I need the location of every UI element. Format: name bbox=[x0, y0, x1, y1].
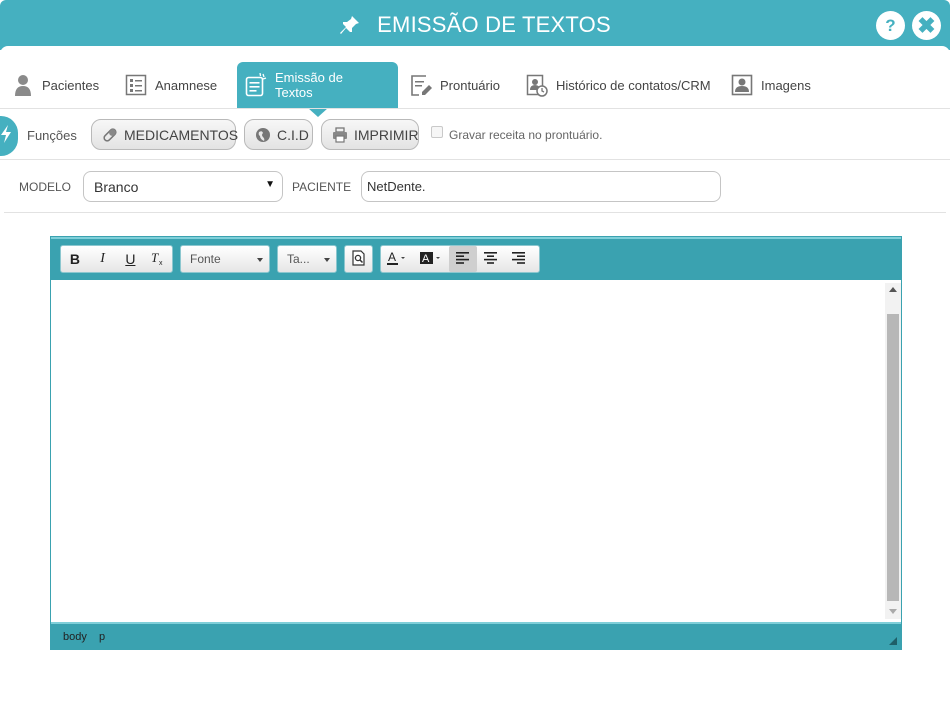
tab-label: Emissão de Textos bbox=[275, 70, 343, 100]
tab-label: Imagens bbox=[761, 77, 811, 93]
background-color-button[interactable]: A bbox=[413, 246, 449, 272]
text-document-icon bbox=[245, 72, 267, 97]
tab-label: Prontuário bbox=[440, 77, 500, 93]
editor-scrollbar[interactable] bbox=[885, 283, 901, 619]
bold-button[interactable]: B bbox=[61, 246, 89, 272]
functions-label: Funções bbox=[27, 128, 77, 143]
pin-icon[interactable] bbox=[339, 14, 361, 36]
background-color-icon: A bbox=[419, 250, 443, 269]
title-area: EMISSÃO DE TEXTOS bbox=[0, 0, 950, 50]
tab-pacientes[interactable]: Pacientes bbox=[12, 62, 99, 108]
imprimir-button[interactable]: IMPRIMIR bbox=[321, 119, 419, 150]
tab-label: Anamnese bbox=[155, 77, 218, 93]
preview-group bbox=[344, 245, 373, 273]
close-button[interactable]: ✖ bbox=[912, 11, 941, 40]
save-prescription-checkbox[interactable] bbox=[431, 126, 443, 138]
align-right-button[interactable] bbox=[505, 246, 533, 272]
remove-format-icon: Tx bbox=[150, 250, 166, 269]
tab-anamnese[interactable]: Anamnese bbox=[125, 62, 217, 108]
tab-label: Histórico de contatos/CRM bbox=[556, 77, 711, 93]
patient-label: PACIENTE bbox=[292, 180, 352, 194]
tab-historico-crm[interactable]: Histórico de contatos/CRM bbox=[526, 62, 711, 108]
format-group: B I U Tx bbox=[60, 245, 173, 273]
edit-document-icon bbox=[410, 73, 432, 97]
pill-icon bbox=[102, 127, 118, 143]
help-button[interactable]: ? bbox=[876, 11, 905, 40]
align-left-icon bbox=[456, 251, 470, 267]
tab-bar: Pacientes Anamnese Emissão de Textos Pro… bbox=[0, 62, 950, 117]
chevron-down-icon bbox=[257, 258, 263, 262]
element-path-body[interactable]: body bbox=[63, 631, 87, 643]
size-combo[interactable]: Ta... bbox=[277, 245, 337, 273]
functions-toggle[interactable] bbox=[0, 116, 18, 156]
medicamentos-button[interactable]: MEDICAMENTOS bbox=[91, 119, 239, 150]
chevron-down-icon: ▼ bbox=[265, 179, 275, 190]
tab-divider bbox=[0, 108, 950, 109]
tab-emissao-de-textos[interactable]: Emissão de Textos bbox=[237, 62, 398, 117]
preview-button[interactable] bbox=[345, 246, 372, 272]
form-divider bbox=[4, 212, 946, 213]
lightning-icon bbox=[0, 124, 12, 148]
text-color-button[interactable]: A bbox=[381, 246, 413, 272]
model-select[interactable]: Branco ▼ bbox=[83, 171, 283, 202]
italic-button[interactable]: I bbox=[89, 246, 117, 272]
title-bar-edge bbox=[0, 46, 950, 54]
font-combo[interactable]: Fonte bbox=[180, 245, 270, 273]
svg-text:A: A bbox=[422, 253, 430, 265]
button-label: MEDICAMENTOS bbox=[124, 126, 239, 143]
scroll-thumb[interactable] bbox=[887, 314, 899, 601]
editor-toolbar: B I U Tx Fonte Ta... A A bbox=[51, 237, 901, 280]
color-align-group: A A bbox=[380, 245, 540, 273]
help-icon: ? bbox=[885, 15, 896, 35]
align-center-icon bbox=[484, 251, 498, 267]
model-value: Branco bbox=[94, 179, 139, 195]
button-label: C.I.D bbox=[277, 126, 309, 143]
align-left-button[interactable] bbox=[449, 246, 477, 272]
align-right-icon bbox=[512, 251, 526, 267]
text-editor: B I U Tx Fonte Ta... A A body p bbox=[50, 236, 902, 650]
resize-handle-icon[interactable] bbox=[889, 636, 897, 645]
element-path-p[interactable]: p bbox=[99, 631, 105, 643]
list-form-icon bbox=[125, 73, 147, 97]
chevron-down-icon bbox=[324, 258, 330, 262]
editor-content-area[interactable] bbox=[51, 280, 901, 621]
font-combo-label: Fonte bbox=[190, 252, 221, 266]
underline-button[interactable]: U bbox=[117, 246, 145, 272]
text-color-icon: A bbox=[386, 250, 408, 269]
patient-value: NetDente. bbox=[367, 179, 426, 194]
model-label: MODELO bbox=[19, 180, 72, 194]
person-icon bbox=[12, 73, 34, 97]
tab-imagens[interactable]: Imagens bbox=[731, 62, 811, 108]
svg-text:A: A bbox=[388, 250, 396, 264]
tab-label: Pacientes bbox=[42, 77, 100, 93]
functions-divider bbox=[0, 159, 950, 160]
svg-text:x: x bbox=[159, 260, 163, 266]
cid-button[interactable]: C.I.D bbox=[244, 119, 313, 150]
scroll-up-icon[interactable] bbox=[889, 287, 897, 292]
button-label: IMPRIMIR bbox=[354, 126, 419, 143]
editor-status-bar: body p bbox=[51, 622, 901, 649]
close-icon: ✖ bbox=[917, 12, 936, 38]
svg-text:T: T bbox=[151, 250, 159, 265]
preview-icon bbox=[351, 249, 367, 269]
size-combo-label: Ta... bbox=[287, 252, 310, 266]
window-title: EMISSÃO DE TEXTOS bbox=[377, 12, 611, 37]
align-center-button[interactable] bbox=[477, 246, 505, 272]
remove-format-button[interactable]: Tx bbox=[144, 246, 172, 272]
image-portrait-icon bbox=[731, 73, 753, 97]
save-prescription-label: Gravar receita no prontuário. bbox=[449, 128, 603, 142]
globe-icon bbox=[255, 127, 271, 143]
scroll-down-icon[interactable] bbox=[889, 609, 897, 614]
printer-icon bbox=[332, 126, 348, 143]
tab-prontuario[interactable]: Prontuário bbox=[410, 62, 500, 108]
patient-field[interactable]: NetDente. bbox=[361, 171, 721, 202]
contact-history-icon bbox=[526, 73, 548, 97]
functions-bar: Funções MEDICAMENTOS C.I.D IMPRIMIR Grav… bbox=[0, 110, 950, 158]
